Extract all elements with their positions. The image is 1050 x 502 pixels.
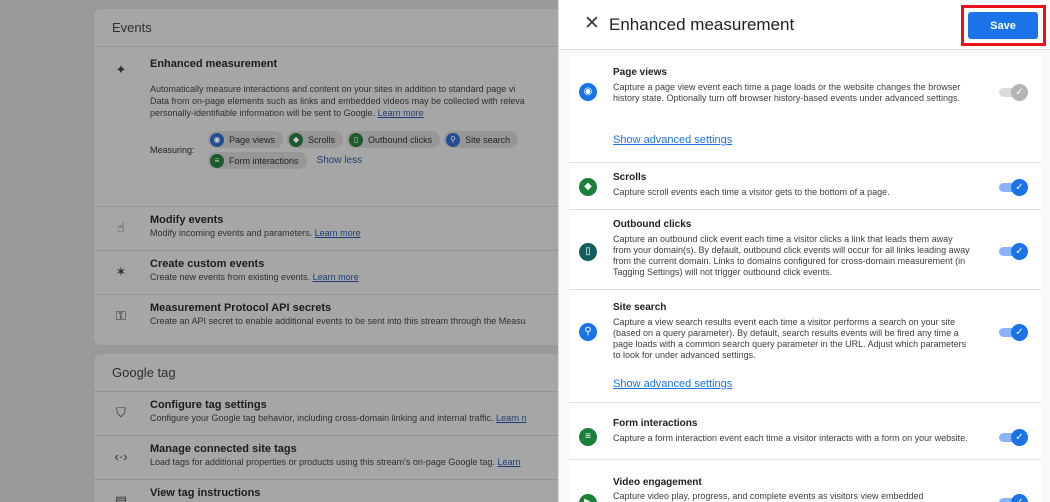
check-icon: ✓ [1011,324,1028,341]
chip-outbound-clicks: ▯ Outbound clicks [347,131,441,148]
site-search-toggle[interactable]: ✓ [999,323,1028,341]
show-advanced-settings-link[interactable]: Show advanced settings [613,378,732,390]
view-tag-instructions-row[interactable]: ▤ View tag instructions [94,480,612,502]
configure-tag-title: Configure tag settings [150,399,267,411]
key-icon: ⚿ [116,308,126,323]
setting-description: Capture scroll events each time a visito… [613,187,890,197]
setting-title: Form interactions [613,418,698,429]
page-views-toggle[interactable]: ✓ [999,83,1028,101]
enhanced-desc-line-3: personally-identifiable information will… [150,108,424,118]
code-icon: ‹·› [114,449,128,464]
chip-site-search: ⚲ Site search [444,131,519,148]
chip-form-interactions: ≡ Form interactions [208,152,307,169]
modify-events-row[interactable]: ☝ Modify events Modify incoming events a… [94,207,612,251]
check-icon: ✓ [1011,84,1028,101]
setting-title: Site search [613,302,667,313]
modify-events-title: Modify events [150,214,224,226]
magic-icon: ✶ [115,264,127,279]
mouse-icon: ▯ [349,132,364,147]
setting-title: Scrolls [613,172,647,183]
measuring-label: Measuring: [150,145,195,155]
create-custom-events-title: Create custom events [150,258,265,270]
outbound-clicks-toggle[interactable]: ✓ [999,242,1028,260]
enhanced-measurement-title: Enhanced measurement [150,58,278,70]
instructions-icon: ▤ [114,493,128,502]
show-advanced-settings-link[interactable]: Show advanced settings [613,134,732,146]
save-button[interactable]: Save [968,12,1038,39]
enhanced-measurement-row[interactable]: ✦ Enhanced measurement Automatically mea… [94,47,612,207]
search-icon: ⚲ [579,323,597,341]
mp-secrets-row[interactable]: ⚿ Measurement Protocol API secrets Creat… [94,295,612,343]
learn-more-link[interactable]: Learn [497,457,520,467]
scroll-icon: ◆ [579,178,597,196]
form-icon: ≡ [579,428,597,446]
chip-scrolls: ◆ Scrolls [287,131,344,148]
setting-description: Capture video play, progress, and comple… [613,491,924,501]
tag-icon: ⛉ [116,405,126,420]
eye-icon: ◉ [210,132,224,147]
setting-description: Capture a form interaction event each ti… [613,433,968,443]
sparkle-icon: ✦ [115,62,127,77]
setting-title: Page views [613,67,667,78]
mp-secrets-desc: Create an API secret to enable additiona… [150,316,526,326]
panel-body: ◉ Page views Capture a page view event e… [569,56,1041,502]
setting-video-engagement: ▶ Video engagement Capture video play, p… [569,460,1041,502]
google-tag-card: Google tag ⛉ Configure tag settings Conf… [93,353,613,502]
video-icon: ▶ [579,494,597,502]
learn-more-link[interactable]: Learn more [313,272,359,282]
mouse-icon: ▯ [579,243,597,261]
touch-icon: ☝ [117,220,125,235]
enhanced-desc-line-1: Automatically measure interactions and c… [150,84,516,94]
check-icon: ✓ [1011,179,1028,196]
enhanced-desc-line-2: Data from on-page elements such as links… [150,96,525,106]
check-icon: ✓ [1011,494,1028,502]
create-custom-events-row[interactable]: ✶ Create custom events Create new events… [94,251,612,295]
chip-page-views: ◉ Page views [208,131,284,148]
eye-icon: ◉ [579,83,597,101]
scrolls-toggle[interactable]: ✓ [999,178,1028,196]
setting-description: Capture a view search results event each… [613,317,967,360]
google-tag-card-title: Google tag [94,354,612,392]
setting-title: Outbound clicks [613,219,692,230]
setting-site-search: ⚲ Site search Capture a view search resu… [569,290,1041,403]
manage-site-tags-row[interactable]: ‹·› Manage connected site tags Load tags… [94,436,612,480]
events-card-title: Events [94,9,612,47]
check-icon: ✓ [1011,243,1028,260]
manage-site-tags-title: Manage connected site tags [150,443,297,455]
learn-more-link[interactable]: Learn more [315,228,361,238]
learn-more-link[interactable]: Learn n [496,413,527,423]
form-interactions-toggle[interactable]: ✓ [999,428,1028,446]
check-icon: ✓ [1011,429,1028,446]
search-icon: ⚲ [446,132,461,147]
configure-tag-row[interactable]: ⛉ Configure tag settings Configure your … [94,392,612,436]
scroll-icon: ◆ [289,132,304,147]
panel-title: Enhanced measurement [609,15,795,34]
learn-more-link[interactable]: Learn more [378,108,424,118]
setting-form-interactions: ≡ Form interactions Capture a form inter… [569,403,1041,460]
video-engagement-toggle[interactable]: ✓ [999,493,1028,502]
close-icon[interactable]: ✕ [582,14,602,34]
mp-secrets-title: Measurement Protocol API secrets [150,302,332,314]
events-card: Events ✦ Enhanced measurement Automatica… [93,8,613,346]
form-icon: ≡ [210,153,224,168]
view-tag-instructions-title: View tag instructions [150,487,261,499]
setting-outbound-clicks: ▯ Outbound clicks Capture an outbound cl… [569,210,1041,290]
show-less-link[interactable]: Show less [317,152,363,169]
panel-header: ✕ Enhanced measurement Save [559,0,1050,50]
setting-description: Capture an outbound click event each tim… [613,234,970,277]
setting-page-views: ◉ Page views Capture a page view event e… [569,56,1041,163]
setting-description: Capture a page view event each time a pa… [613,82,961,103]
setting-scrolls: ◆ Scrolls Capture scroll events each tim… [569,163,1041,210]
measuring-chips: ◉ Page views ◆ Scrolls ▯ Outbound clicks ⚲ S… [208,131,568,169]
setting-title: Video engagement [613,477,702,488]
enhanced-measurement-panel: ✕ Enhanced measurement Save ◉ Page views… [558,0,1050,502]
